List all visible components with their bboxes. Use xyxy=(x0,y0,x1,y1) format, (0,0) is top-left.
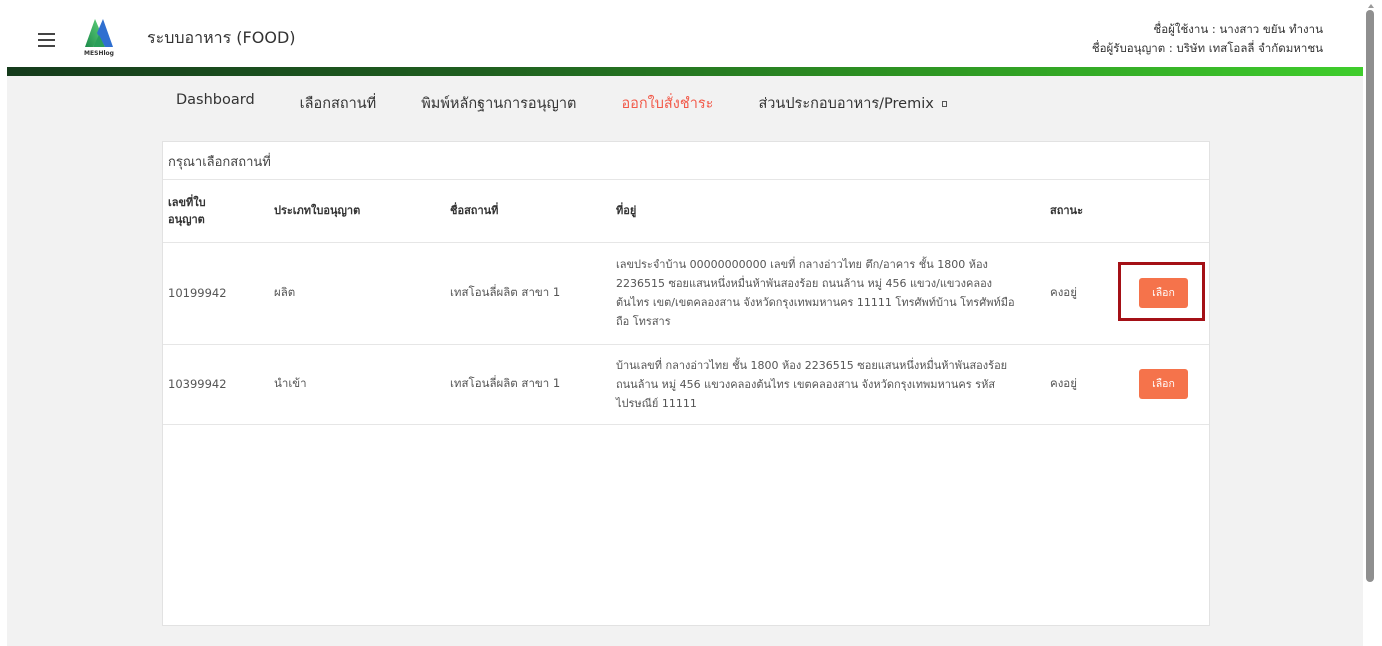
nav-ingredients-label: ส่วนประกอบอาหาร/Premix xyxy=(758,96,934,112)
col-place-name: ชื่อสถานที่ xyxy=(450,204,499,218)
cell-status: คงอยู่ xyxy=(1050,376,1077,390)
card-title: กรุณาเลือกสถานที่ xyxy=(163,142,1209,180)
table-header-row: เลขที่ใบอนุญาต ประเภทใบอนุญาต ชื่อสถานที… xyxy=(163,180,1209,242)
table-row: 10199942 ผลิต เทสโอนลี่ผลิต สาขา 1 เลขปร… xyxy=(163,242,1209,344)
scroll-thumb[interactable] xyxy=(1366,10,1374,582)
select-button[interactable]: เลือก xyxy=(1139,369,1188,399)
col-license-type: ประเภทใบอนุญาต xyxy=(274,204,361,218)
nav-payment-order[interactable]: ออกใบสั่งชำระ xyxy=(621,92,713,115)
place-selection-card: กรุณาเลือกสถานที่ เลขที่ใบอนุญาต ประเภทใ… xyxy=(162,141,1210,626)
cell-license-no: 10199942 xyxy=(168,286,227,300)
cell-place-name: เทสโอนลี่ผลิต สาขา 1 xyxy=(450,285,561,299)
hamburger-menu-icon[interactable] xyxy=(38,33,55,47)
logo-text: MESHlog xyxy=(84,50,114,57)
cell-action: เลือก xyxy=(1123,344,1209,424)
cell-license-no: 10399942 xyxy=(168,377,227,391)
cell-address: บ้านเลขที่ กลางอ่าวไทย ชั้น 1800 ห้อง 22… xyxy=(616,358,1008,410)
scroll-up-icon[interactable] xyxy=(1368,4,1374,8)
col-action xyxy=(1123,180,1209,242)
col-status: สถานะ xyxy=(1050,204,1083,218)
table-row: 10399942 นำเข้า เทสโอนลี่ผลิต สาขา 1 บ้า… xyxy=(163,344,1209,424)
nav-ingredients[interactable]: ส่วนประกอบอาหาร/Premix xyxy=(758,92,947,115)
app-title: ระบบอาหาร (FOOD) xyxy=(147,28,296,47)
col-address: ที่อยู่ xyxy=(616,204,637,218)
col-license-no-label: เลขที่ใบอนุญาต xyxy=(168,195,206,226)
nav-print-license[interactable]: พิมพ์หลักฐานการอนุญาต xyxy=(421,92,576,115)
license-table: เลขที่ใบอนุญาต ประเภทใบอนุญาต ชื่อสถานที… xyxy=(163,180,1209,425)
logo-mark-icon xyxy=(85,19,113,47)
user-name: ชื่อผู้ใช้งาน : นางสาว ขยัน ทำงาน xyxy=(1153,22,1323,36)
cell-address: เลขประจำบ้าน 00000000000 เลขที่ กลางอ่าว… xyxy=(616,258,1015,328)
scrollbar[interactable] xyxy=(1363,0,1382,646)
main-nav: Dashboard เลือกสถานที่ พิมพ์หลักฐานการอน… xyxy=(176,92,992,115)
top-header: MESHlog ระบบอาหาร (FOOD) ชื่อผู้ใช้งาน :… xyxy=(7,7,1363,67)
cell-license-type: ผลิต xyxy=(274,285,296,299)
dropdown-icon xyxy=(941,101,947,107)
licensee-name: ชื่อผู้รับอนุญาต : บริษัท เทสโอลลี่ จำกั… xyxy=(1091,41,1323,55)
user-info: ชื่อผู้ใช้งาน : นางสาว ขยัน ทำงาน ชื่อผู… xyxy=(1092,20,1323,58)
cell-license-type: นำเข้า xyxy=(274,376,307,390)
cell-status: คงอยู่ xyxy=(1050,285,1077,299)
col-license-no: เลขที่ใบอนุญาต xyxy=(163,180,274,242)
header-gradient-bar xyxy=(7,67,1363,76)
nav-select-place[interactable]: เลือกสถานที่ xyxy=(300,92,377,115)
meshlog-logo: MESHlog xyxy=(79,15,119,63)
nav-dashboard[interactable]: Dashboard xyxy=(176,92,255,115)
highlight-annotation xyxy=(1118,262,1205,321)
cell-place-name: เทสโอนลี่ผลิต สาขา 1 xyxy=(450,376,561,390)
